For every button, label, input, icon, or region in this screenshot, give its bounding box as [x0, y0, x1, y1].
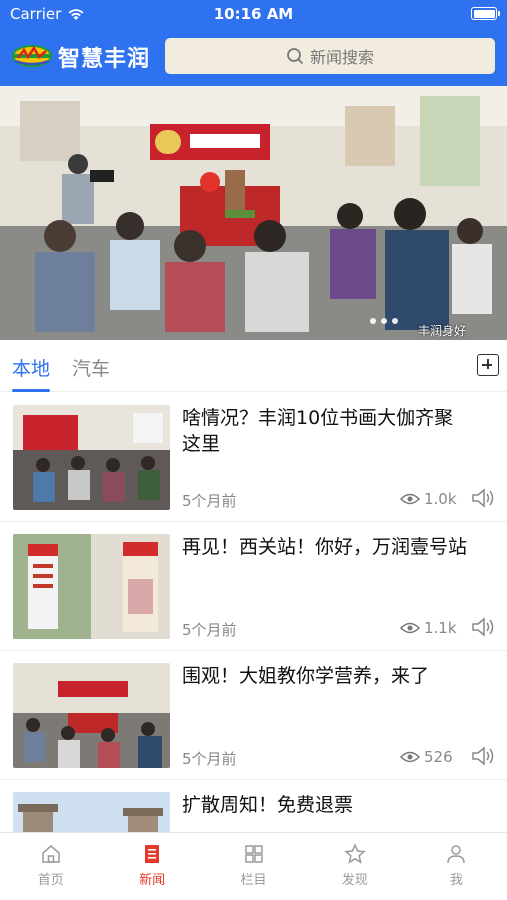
nav-label: 栏目 — [240, 873, 267, 888]
brand-title: 智慧丰润 — [58, 47, 151, 72]
status-bar: Carrier 10:16 AM — [0, 0, 507, 28]
eye-icon — [400, 751, 420, 763]
news-item[interactable]: 扩散周知！免费退票 — [0, 780, 507, 833]
category-tabs: 本地 汽车 — [0, 340, 507, 392]
search-placeholder: 新闻搜索 — [309, 48, 374, 67]
banner-carousel[interactable] — [0, 86, 507, 340]
nav-item-discover[interactable]: 发现 — [304, 833, 405, 900]
banner-photo — [0, 86, 507, 340]
screen: Carrier 10:16 AM 智慧丰润 新闻搜索 丰润身好 本地 汽车 啥情… — [0, 0, 507, 900]
news-title: 扩散周知！免费退票 — [182, 794, 354, 816]
banner-watermark: 丰润身好 — [418, 324, 467, 338]
news-views: 1.0k — [400, 490, 457, 508]
news-thumbnail — [13, 534, 170, 639]
speaker-icon[interactable] — [470, 487, 496, 509]
nav-item-home[interactable]: 首页 — [0, 833, 101, 900]
eye-icon — [400, 622, 420, 634]
speaker-icon[interactable] — [470, 616, 496, 638]
news-time: 5个月前 — [182, 621, 237, 639]
nav-label: 新闻 — [139, 873, 166, 888]
news-thumbnail — [13, 792, 170, 833]
carousel-dot[interactable] — [370, 318, 376, 324]
nav-item-news[interactable]: 新闻 — [101, 833, 202, 900]
news-icon — [145, 845, 160, 863]
nav-label: 我 — [449, 873, 463, 888]
star-icon — [344, 843, 366, 864]
news-view-count: 526 — [424, 748, 453, 766]
battery-icon — [471, 7, 500, 20]
news-thumbnail — [13, 405, 170, 510]
news-list: 啥情况？丰润10位书画大伽齐聚这里 5个月前 1.0k 再见！西关站！你好，万润… — [0, 393, 507, 833]
news-view-count: 1.1k — [424, 619, 457, 637]
news-thumbnail — [13, 663, 170, 768]
carousel-dot[interactable] — [381, 318, 387, 324]
news-item[interactable]: 啥情况？丰润10位书画大伽齐聚这里 5个月前 1.0k — [0, 393, 507, 522]
speaker-icon[interactable] — [470, 745, 496, 767]
news-item[interactable]: 再见！西关站！你好，万润壹号站 5个月前 1.1k — [0, 522, 507, 651]
app-header: Carrier 10:16 AM 智慧丰润 新闻搜索 — [0, 0, 507, 86]
news-time: 5个月前 — [182, 492, 237, 510]
news-views: 1.1k — [400, 619, 457, 637]
logo-icon — [12, 45, 52, 67]
nav-label: 首页 — [37, 873, 64, 888]
nav-item-me[interactable]: 我 — [406, 833, 507, 900]
nav-item-columns[interactable]: 栏目 — [203, 833, 304, 900]
active-tab-indicator — [12, 389, 50, 392]
news-time: 5个月前 — [182, 750, 237, 768]
news-title: 再见！西关站！你好，万润壹号站 — [182, 536, 468, 558]
news-views: 526 — [400, 748, 453, 766]
status-time: 10:16 AM — [213, 5, 294, 23]
bottom-nav: 首页 新闻 栏目 发现 我 — [0, 832, 507, 900]
news-title: 围观！大姐教你学营养，来了 — [182, 665, 430, 687]
grid-icon — [244, 845, 263, 863]
news-view-count: 1.0k — [424, 490, 457, 508]
news-title: 啥情况？丰润10位书画大伽齐聚这里 — [182, 407, 454, 455]
news-item[interactable]: 围观！大姐教你学营养，来了 5个月前 526 — [0, 651, 507, 780]
add-tab-icon[interactable] — [477, 354, 499, 376]
nav-label: 发现 — [341, 873, 368, 888]
carousel-dot[interactable] — [392, 318, 398, 324]
tab-cars[interactable]: 汽车 — [72, 354, 110, 381]
search-icon — [287, 48, 304, 65]
home-icon — [41, 845, 60, 863]
person-icon — [447, 845, 466, 864]
search-bar[interactable]: 新闻搜索 — [165, 38, 495, 74]
tab-local[interactable]: 本地 — [12, 354, 50, 381]
eye-icon — [400, 493, 420, 505]
carousel-dots — [370, 318, 398, 324]
